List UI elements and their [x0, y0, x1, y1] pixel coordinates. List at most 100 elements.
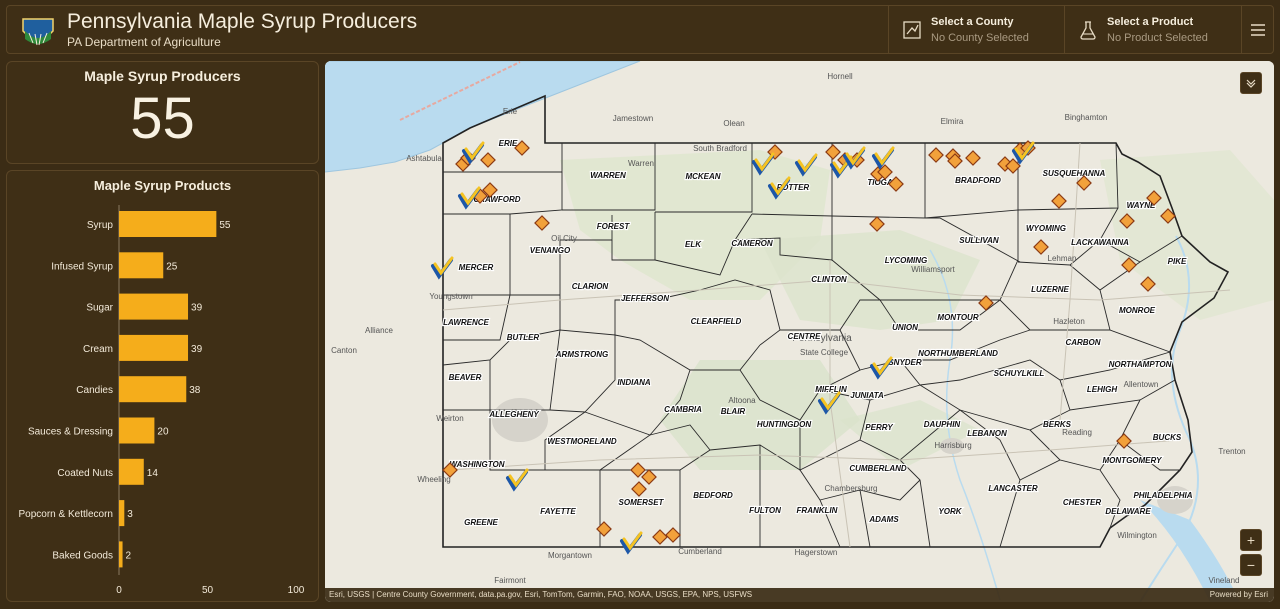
county-label-butler[interactable]: BUTLER — [506, 332, 541, 343]
county-label-cameron[interactable]: CAMERON — [730, 238, 774, 249]
county-label-juniata[interactable]: JUNIATA — [849, 390, 885, 401]
county-label-lycoming[interactable]: LYCOMING — [884, 255, 929, 266]
county-label-lehigh[interactable]: LEHIGH — [1086, 384, 1119, 395]
county-label-clinton[interactable]: CLINTON — [810, 274, 848, 285]
producers-count: 55 — [130, 86, 195, 151]
county-label-cumberland[interactable]: CUMBERLAND — [848, 463, 908, 474]
place-label: Erie — [503, 107, 518, 116]
county-label-beaver[interactable]: BEAVER — [448, 372, 483, 383]
map-view[interactable]: Erie Jamestown Olean Hornell Elmira Binghamto… — [325, 61, 1274, 602]
chevron-down-icon — [1246, 79, 1256, 88]
bar-category-label: Candies — [76, 385, 113, 396]
county-label-lackawanna[interactable]: LACKAWANNA — [1070, 237, 1130, 248]
county-label-clarion[interactable]: CLARION — [571, 281, 610, 292]
pennsylvania-map[interactable]: Erie Jamestown Olean Hornell Elmira Binghamto… — [325, 61, 1274, 602]
x-tick-label: 100 — [288, 585, 305, 596]
county-label-westmoreland[interactable]: WESTMORELAND — [546, 436, 618, 447]
bar-category-label: Baked Goods — [52, 550, 113, 561]
county-label-somerset[interactable]: SOMERSET — [617, 497, 665, 508]
county-label-fayette[interactable]: FAYETTE — [539, 506, 577, 517]
county-label-indiana[interactable]: INDIANA — [616, 377, 652, 388]
county-label-carbon[interactable]: CARBON — [1064, 337, 1102, 348]
county-label-jefferson[interactable]: JEFFERSON — [620, 293, 670, 304]
place-label: Reading — [1062, 428, 1092, 437]
county-label-snyder[interactable]: SNYDER — [887, 357, 923, 368]
county-label-clearfield[interactable]: CLEARFIELD — [690, 316, 743, 327]
place-label: Chambersburg — [825, 484, 878, 493]
county-label-lebanon[interactable]: LEBANON — [966, 428, 1008, 439]
county-label-mercer[interactable]: MERCER — [458, 262, 495, 273]
place-label: Ashtabula — [406, 154, 442, 163]
county-label-pike[interactable]: PIKE — [1167, 256, 1189, 267]
bar-sauces-dressing[interactable] — [119, 417, 155, 444]
county-label-dauphin[interactable]: DAUPHIN — [923, 419, 962, 430]
bar-coated-nuts[interactable] — [119, 458, 144, 485]
county-label-centre[interactable]: CENTRE — [786, 331, 822, 342]
county-label-mifflin[interactable]: MIFFLIN — [814, 384, 848, 395]
county-label-allegheny[interactable]: ALLEGHENY — [487, 409, 540, 420]
county-label-york[interactable]: YORK — [937, 506, 964, 517]
bar-value-label: 39 — [191, 303, 203, 314]
county-label-erie[interactable]: ERIE — [498, 138, 520, 149]
county-label-fulton[interactable]: FULTON — [748, 505, 782, 516]
county-label-schuylkill[interactable]: SCHUYLKILL — [993, 368, 1046, 379]
county-label-blair[interactable]: BLAIR — [720, 406, 747, 417]
bar-infused-syrup[interactable] — [119, 252, 164, 279]
county-label-venango[interactable]: VENANGO — [529, 245, 572, 256]
county-label-washington[interactable]: WASHINGTON — [448, 459, 505, 470]
bar-syrup[interactable] — [119, 211, 217, 237]
select-county-button[interactable]: Select a County No County Selected — [888, 6, 1064, 53]
county-label-luzerne[interactable]: LUZERNE — [1030, 284, 1071, 295]
zoom-in-button[interactable]: + — [1240, 529, 1262, 551]
powered-by-esri: Powered by Esri — [1209, 590, 1268, 599]
county-label-northampton[interactable]: NORTHAMPTON — [1107, 359, 1172, 370]
county-label-elk[interactable]: ELK — [684, 239, 703, 250]
county-label-bedford[interactable]: BEDFORD — [692, 490, 734, 501]
county-label-sullivan[interactable]: SULLIVAN — [958, 235, 1000, 246]
county-label-delaware[interactable]: DELAWARE — [1104, 506, 1152, 517]
place-label: Binghamton — [1065, 113, 1108, 122]
bar-sugar[interactable] — [119, 293, 189, 320]
county-label-montgomery[interactable]: MONTGOMERY — [1101, 455, 1163, 466]
county-label-franklin[interactable]: FRANKLIN — [795, 505, 838, 516]
bar-baked-goods[interactable] — [119, 541, 123, 568]
menu-button[interactable] — [1241, 6, 1273, 53]
bar-cream[interactable] — [119, 334, 189, 361]
county-label-huntingdon[interactable]: HUNTINGDON — [756, 419, 813, 430]
bar-candies[interactable] — [119, 376, 187, 403]
county-label-mckean[interactable]: MCKEAN — [684, 171, 722, 182]
place-label: Weirton — [436, 414, 463, 423]
county-label-cambria[interactable]: CAMBRIA — [663, 404, 703, 415]
place-label: Alliance — [365, 326, 394, 335]
place-label: Fairmont — [494, 576, 526, 585]
county-label-warren[interactable]: WARREN — [589, 170, 627, 181]
app-subtitle: PA Department of Agriculture — [67, 35, 221, 49]
bar-popcorn-kettlecorn[interactable] — [119, 500, 125, 527]
county-label-wyoming[interactable]: WYOMING — [1025, 223, 1067, 234]
county-label-berks[interactable]: BERKS — [1042, 419, 1073, 430]
county-label-lancaster[interactable]: LANCASTER — [987, 483, 1039, 494]
county-label-forest[interactable]: FOREST — [596, 221, 632, 232]
county-label-union[interactable]: UNION — [891, 322, 919, 333]
county-label-adams[interactable]: ADAMS — [867, 514, 900, 525]
place-label: Altoona — [728, 396, 756, 405]
county-label-monroe[interactable]: MONROE — [1118, 305, 1157, 316]
county-label-perry[interactable]: PERRY — [864, 422, 894, 433]
county-label-susquehanna[interactable]: SUSQUEHANNA — [1042, 168, 1107, 179]
county-label-lawrence[interactable]: LAWRENCE — [442, 317, 491, 328]
attribution-text: Esri, USGS | Centre County Government, d… — [329, 590, 753, 599]
zoom-out-button[interactable]: − — [1240, 554, 1262, 576]
select-product-button[interactable]: Select a Product No Product Selected — [1064, 6, 1242, 53]
county-label-bucks[interactable]: BUCKS — [1152, 432, 1183, 443]
county-label-greene[interactable]: GREENE — [463, 517, 500, 528]
county-label-philadelphia[interactable]: PHILADELPHIA — [1132, 490, 1194, 501]
place-label: Morgantown — [548, 551, 592, 560]
collapse-map-button[interactable] — [1240, 72, 1262, 94]
county-label-armstrong[interactable]: ARMSTRONG — [554, 349, 610, 360]
county-label-northumberland[interactable]: NORTHUMBERLAND — [917, 348, 999, 359]
county-label-montour[interactable]: MONTOUR — [936, 312, 980, 323]
bar-value-label: 14 — [147, 468, 159, 479]
county-label-chester[interactable]: CHESTER — [1062, 497, 1103, 508]
flask-icon — [1080, 20, 1096, 40]
county-label-bradford[interactable]: BRADFORD — [954, 175, 1002, 186]
